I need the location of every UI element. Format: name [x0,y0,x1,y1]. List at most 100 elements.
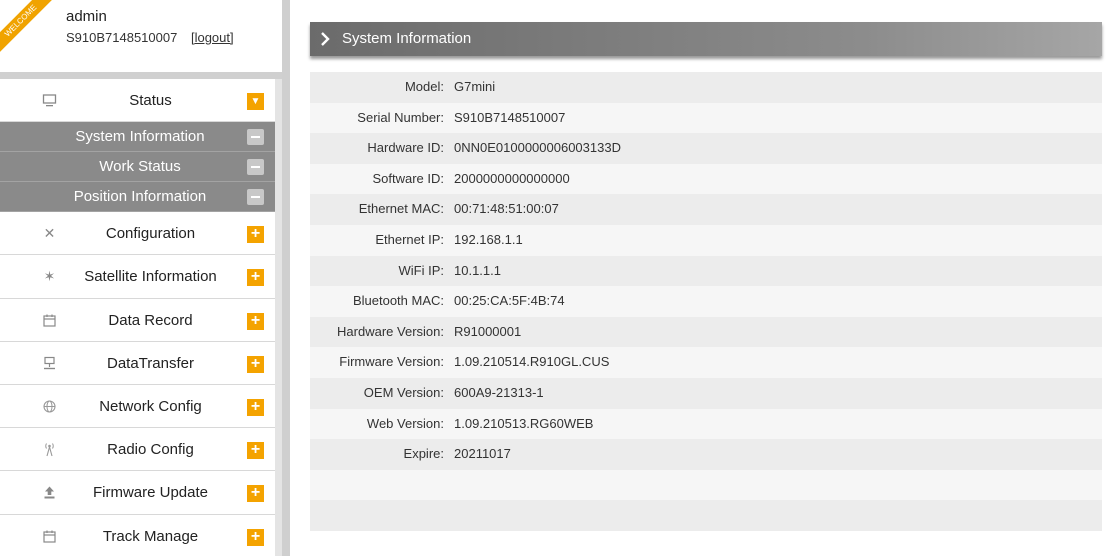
expand-icon[interactable]: + [247,226,264,244]
sidebar-item-label: DataTransfer [107,354,194,372]
info-value: 00:25:CA:5F:4B:74 [454,293,565,309]
chevron-right-icon [320,30,332,48]
submenu-item-system-information[interactable]: System Information [0,122,275,153]
info-label: Model: [404,79,444,94]
info-value: S910B7148510007 [454,109,566,125]
sidebar-item-status[interactable]: Status ▼ [0,79,275,123]
info-row: Hardware Version: R91000001 [310,316,1102,348]
info-row: Serial Number: S910B7148510007 [310,102,1102,134]
user-box: WELCOME admin S910B7148510007 [logout] [0,0,290,72]
info-value: 0NN0E0100000006003133D [454,140,621,156]
sidebar-item-label: Radio Config [107,441,194,459]
info-value: R91000001 [454,323,522,339]
sidebar-item-label: Satellite Information [84,268,217,286]
info-value: 192.168.1.1 [454,231,523,247]
sidebar-item-datatransfer[interactable]: DataTransfer + [0,341,275,385]
sidebar-item-label: Data Record [108,311,193,329]
welcome-ribbon: WELCOME [0,0,57,57]
sidebar-item-label: Status [129,92,172,109]
collapse-icon[interactable]: ▼ [247,93,264,110]
info-value: 600A9-21313-1 [454,384,544,400]
expand-icon[interactable]: + [247,485,264,503]
info-label: Hardware Version: [337,323,444,339]
sidebar-item-firmware-update[interactable]: Firmware Update + [0,471,275,515]
expand-icon[interactable]: + [247,442,264,460]
info-value: 20211017 [454,446,511,462]
main-content: System Information Model: G7mini Serial … [290,0,1108,556]
info-row: Model: G7mini [310,72,1102,103]
user-serial-text: S910B7148510007 [66,30,178,45]
info-label: OEM Version: [363,384,444,400]
info-value: 1.09.210514.R910GL.CUS [454,354,610,370]
network-icon [42,356,57,371]
info-row: Firmware Version: 1.09.210514.R910GL.CUS [310,347,1102,378]
sidebar-item-label: Firmware Update [92,484,209,502]
info-label: Software ID: [372,170,444,186]
info-value: 2000000000000000 [454,170,570,186]
satellite-icon: ✶ [43,268,56,285]
expand-icon[interactable]: + [247,398,264,416]
expand-icon[interactable]: + [247,355,264,373]
sidebar-scrollbar[interactable] [282,0,290,556]
system-info-table: Model: G7mini Serial Number: S910B714851… [310,72,1102,531]
tools-icon: ✕ [43,225,56,242]
sidebar-menu: Status ▼ System Information Work Status … [0,79,290,556]
submenu-item-label: Work Status [99,158,181,176]
app-window: WELCOME admin S910B7148510007 [logout] S… [0,0,1108,556]
empty-row [310,469,1102,501]
info-row: OEM Version: 600A9-21313-1 [310,377,1102,409]
submenu-item-label: System Information [75,128,205,146]
info-label: Ethernet MAC: [358,201,444,217]
user-name: admin [66,8,107,25]
calendar-icon [42,529,57,544]
info-row: Software ID: 2000000000000000 [310,163,1102,195]
expand-icon[interactable]: + [247,312,264,330]
info-label: Hardware ID: [367,140,444,156]
sidebar-item-track-manage[interactable]: Track Manage + [0,514,275,556]
info-value: G7mini [454,79,496,94]
info-row: Hardware ID: 0NN0E0100000006003133D [310,133,1102,164]
sidebar-item-label: Network Config [99,397,202,415]
panel-header: System Information [310,22,1102,56]
info-row: Ethernet IP: 192.168.1.1 [310,224,1102,256]
submenu-item-position-information[interactable]: Position Information [0,182,275,213]
sidebar-item-label: Track Manage [102,527,199,545]
page-title: System Information [342,30,472,47]
info-row: Expire: 20211017 [310,439,1102,470]
globe-icon [42,399,57,414]
info-label: Serial Number: [357,109,444,125]
info-label: Bluetooth MAC: [352,293,444,309]
info-row: Bluetooth MAC: 00:25:CA:5F:4B:74 [310,286,1102,317]
info-label: Ethernet IP: [375,231,444,247]
sidebar-item-radio-config[interactable]: Radio Config + [0,428,275,472]
sidebar-item-network-config[interactable]: Network Config + [0,384,275,429]
info-value: 1.09.210513.RG60WEB [454,415,594,431]
info-label: WiFi IP: [398,262,445,278]
info-row: WiFi IP: 10.1.1.1 [310,255,1102,287]
sidebar-item-label: Configuration [105,225,196,243]
empty-row [310,500,1102,531]
submenu-item-work-status[interactable]: Work Status [0,152,275,183]
expand-icon[interactable]: + [247,528,264,546]
monitor-icon [42,93,57,108]
expand-icon[interactable]: + [247,269,264,287]
sidebar-item-configuration[interactable]: ✕ Configuration + [0,212,275,256]
info-label: Expire: [403,446,444,462]
logout-link[interactable]: [logout] [191,30,234,45]
divider [0,72,290,79]
info-row: Ethernet MAC: 00:71:48:51:00:07 [310,194,1102,225]
sidebar-item-satellite-information[interactable]: ✶ Satellite Information + [0,255,275,299]
submenu-item-label: Position Information [73,188,207,206]
info-value: 10.1.1.1 [454,262,501,278]
sidebar-item-data-record[interactable]: Data Record + [0,298,275,342]
antenna-icon [42,442,57,457]
info-label: Web Version: [366,415,444,431]
minus-icon [247,159,264,176]
sidebar: WELCOME admin S910B7148510007 [logout] S… [0,0,290,556]
user-serial: S910B7148510007 [logout] [66,30,234,45]
minus-icon [247,189,264,206]
info-row: Web Version: 1.09.210513.RG60WEB [310,408,1102,440]
calendar-icon [42,313,57,328]
info-value: 00:71:48:51:00:07 [454,201,559,217]
status-submenu: System Information Work Status Position … [0,122,275,213]
